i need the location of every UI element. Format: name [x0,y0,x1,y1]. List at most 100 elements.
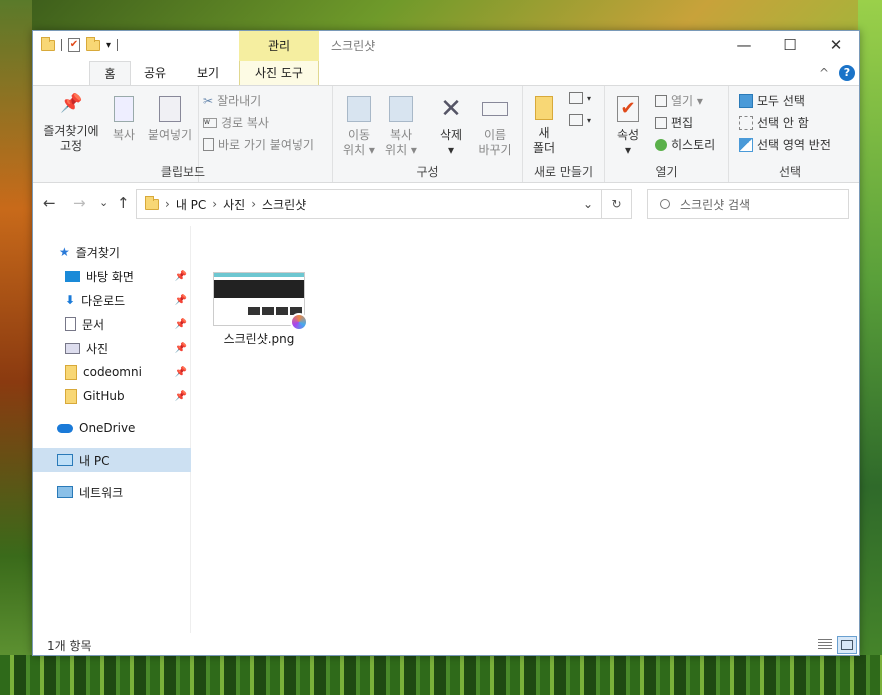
folder-icon [145,195,159,210]
properties-check-icon[interactable]: ✔ [68,38,80,52]
collapse-ribbon-icon[interactable]: ^ [819,66,829,80]
new-folder-icon[interactable] [86,36,100,51]
desktop-wallpaper-bottom [0,655,882,695]
minimize-button[interactable]: — [721,31,767,61]
delete-button[interactable]: ✕ 삭제 ▾ [433,96,469,158]
select-none-icon [739,115,753,130]
star-icon: ★ [59,245,70,259]
nav-onedrive[interactable]: OneDrive [33,416,191,440]
tab-view[interactable]: 보기 [183,61,233,85]
invert-selection-button[interactable]: 선택 영역 반전 [739,136,831,153]
folder-icon[interactable] [41,36,55,51]
group-organize: 이동 위치 ▾ 복사 위치 ▾ ✕ 삭제 ▾ 이름 바꾸기 구성 [333,86,523,182]
delete-x-icon: ✕ [440,94,462,124]
search-input[interactable]: 스크린샷 검색 [647,189,849,219]
search-placeholder: 스크린샷 검색 [680,197,751,212]
nav-item-documents[interactable]: 문서 📌 [33,312,191,336]
breadcrumb-pictures[interactable]: 사진 [223,196,245,213]
pin-icon[interactable]: 📌 [175,343,187,354]
nav-item-pictures[interactable]: 사진 📌 [33,336,191,360]
large-icons-view-icon[interactable] [837,636,857,654]
select-none-button[interactable]: 선택 안 함 [739,114,809,131]
item-count: 1개 항목 [47,639,92,653]
nav-this-pc[interactable]: 내 PC [33,448,191,472]
new-group-label: 새로 만들기 [533,165,593,179]
breadcrumb-this-pc[interactable]: 내 PC [176,196,206,213]
tab-share[interactable]: 공유 [133,61,177,85]
details-view-icon[interactable] [815,636,835,654]
forward-button[interactable]: → [73,194,86,212]
copy-button[interactable]: 복사 [107,96,141,143]
copy-to-button[interactable]: 복사 위치 ▾ [383,96,419,158]
maximize-button[interactable]: ☐ [767,31,813,61]
file-list: 스크린샷.png [193,226,859,636]
select-all-icon [739,93,753,108]
folder-icon [65,364,77,380]
image-thumbnail [213,272,308,331]
organize-group-label: 구성 [416,165,439,179]
refresh-button[interactable]: ↻ [602,189,632,219]
invert-selection-icon [739,137,753,152]
copy-path-icon: W [203,117,217,128]
move-to-button[interactable]: 이동 위치 ▾ [341,96,377,158]
rename-button[interactable]: 이름 바꾸기 [473,96,517,158]
nav-item-codeomni[interactable]: codeomni 📌 [33,360,191,384]
group-new: 새 폴더 ▾ ▾ 새로 만들기 [523,86,605,182]
address-input[interactable]: › 내 PC › 사진 › 스크린샷 ⌄ [136,189,602,219]
new-folder-button[interactable]: 새 폴더 [529,96,559,156]
group-open: ✔ 속성 ▾ 열기 ▾ 편집 히스토리 열기 [605,86,729,182]
open-group-label: 열기 [655,165,678,179]
paste-button[interactable]: 붙여넣기 [145,96,195,143]
desktop-icon [65,270,80,282]
cut-button[interactable]: ✂ 잘라내기 [203,92,261,109]
history-button[interactable]: 히스토리 [655,136,715,153]
window-title: 스크린샷 [331,39,376,53]
pictures-icon [65,342,80,354]
nav-item-downloads[interactable]: ⬇ 다운로드 📌 [33,288,191,312]
help-icon[interactable]: ? [839,65,855,81]
nav-item-github[interactable]: GitHub 📌 [33,384,191,408]
edit-button[interactable]: 편집 [655,114,693,131]
new-item-button[interactable]: ▾ [569,92,591,104]
manage-contextual-tab[interactable]: 관리 [239,31,319,61]
file-item[interactable]: 스크린샷.png [211,272,308,347]
pin-icon[interactable]: 📌 [175,295,187,306]
copy-path-button[interactable]: W 경로 복사 [203,114,269,131]
title-bar: ✔ ▾ 관리 스크린샷 — ☐ ✕ [33,31,859,61]
nav-network[interactable]: 네트워크 [33,480,191,504]
pin-icon: 📌 [60,93,83,114]
download-arrow-icon: ⬇ [65,293,76,307]
select-all-button[interactable]: 모두 선택 [739,92,805,109]
pin-icon[interactable]: 📌 [175,367,187,378]
status-bar: 1개 항목 [33,633,859,655]
cloud-icon [57,423,73,433]
customize-toolbar-dropdown[interactable]: ▾ [106,40,111,51]
address-dropdown[interactable]: ⌄ [583,197,593,211]
nav-quick-access[interactable]: ★ 즐겨찾기 [33,240,191,264]
properties-button[interactable]: ✔ 속성 ▾ [611,96,645,158]
tab-picture-tools[interactable]: 사진 도구 [239,61,319,85]
tab-home[interactable]: 홈 [89,61,131,85]
back-button[interactable]: ← [43,194,56,212]
nav-item-desktop[interactable]: 바탕 화면 📌 [33,264,191,288]
pin-to-quick-access-button[interactable]: 📌 즐겨찾기에 고정 [37,93,105,154]
pin-icon[interactable]: 📌 [175,271,187,282]
new-item-icon [569,92,583,104]
paste-shortcut-button[interactable]: 바로 가기 붙여넣기 [203,136,314,153]
up-button[interactable]: ↑ [117,194,130,212]
recent-locations-dropdown[interactable]: ⌄ [99,196,108,209]
clipboard-group-label: 클립보드 [160,165,206,179]
open-button[interactable]: 열기 ▾ [655,92,703,109]
pin-icon[interactable]: 📌 [175,319,187,330]
close-button[interactable]: ✕ [813,31,859,61]
separator [117,39,119,51]
pin-icon[interactable]: 📌 [175,391,187,402]
group-select: 모두 선택 선택 안 함 선택 영역 반전 선택 [729,86,851,182]
document-icon [65,317,76,331]
easy-access-button[interactable]: ▾ [569,114,591,126]
copy-icon [114,96,134,122]
ribbon-tabs: 파일 홈 공유 보기 사진 도구 [33,61,859,131]
breadcrumb-screenshots[interactable]: 스크린샷 [262,196,306,213]
computer-icon [57,454,73,466]
navigation-pane: ★ 즐겨찾기 바탕 화면 📌 ⬇ 다운로드 📌 문서 📌 사진 📌 codeom… [33,226,191,636]
